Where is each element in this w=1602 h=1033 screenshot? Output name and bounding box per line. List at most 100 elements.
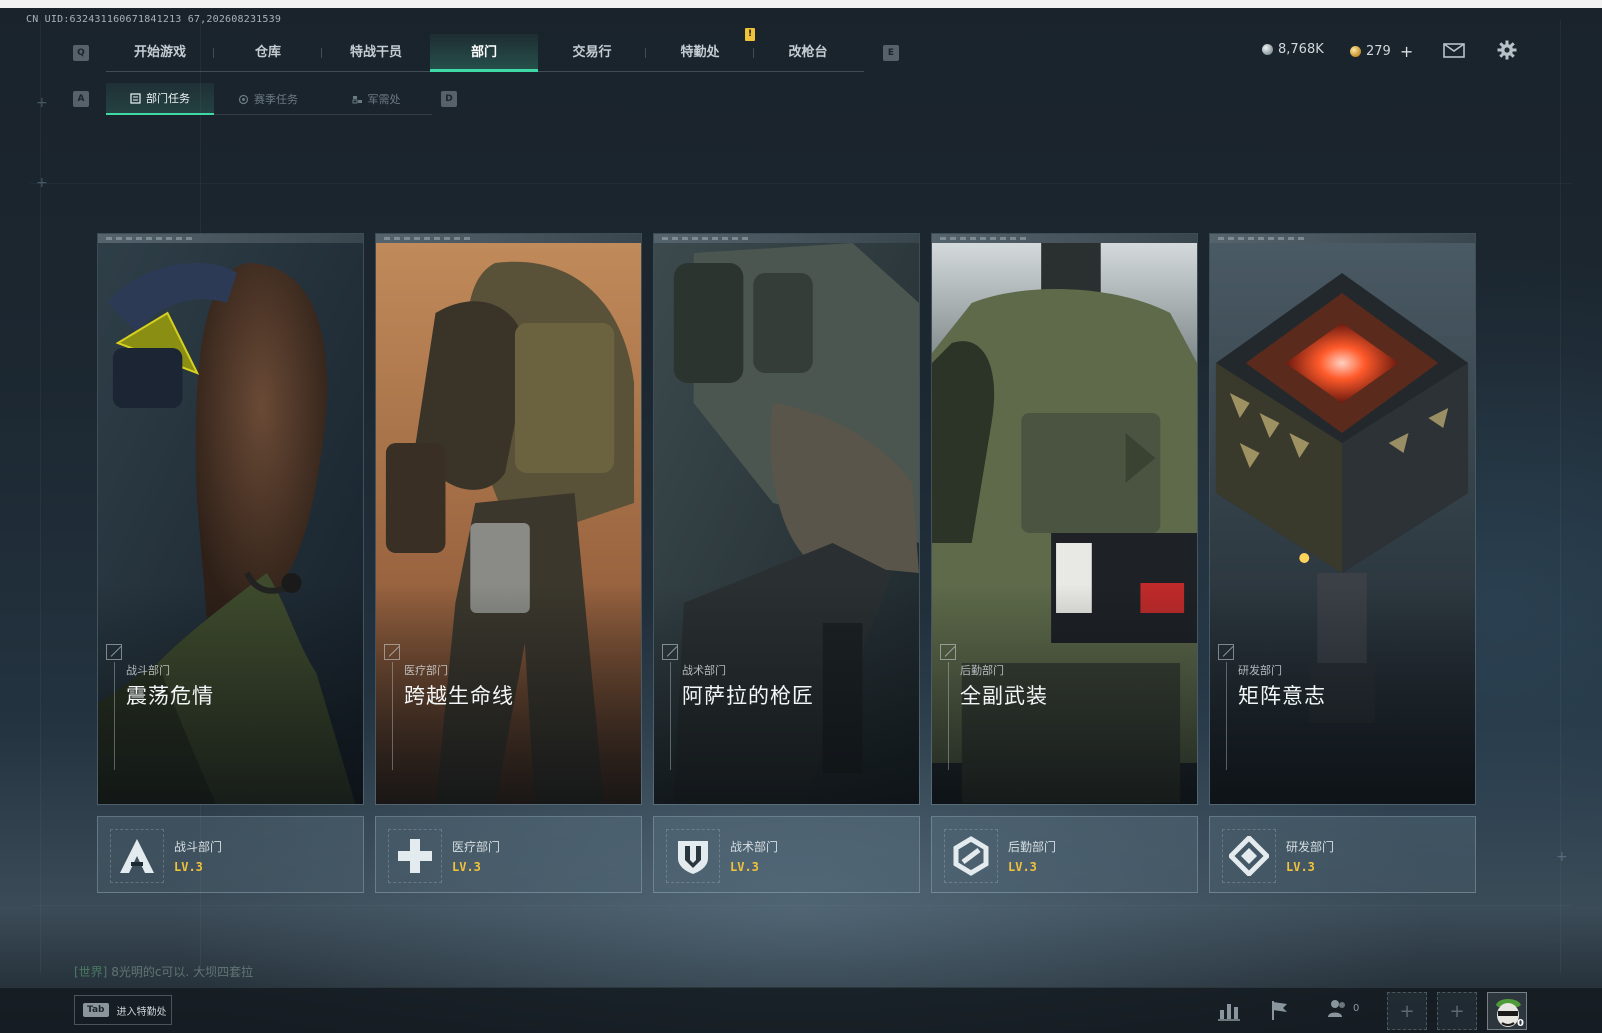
hud-grid-line xyxy=(30,183,1572,184)
silver-amount: 8,768K xyxy=(1278,42,1324,57)
card-artwork-frame: 后勤部门 全副武装 xyxy=(931,233,1198,805)
tab-gunsmith[interactable]: 改枪台 xyxy=(754,34,862,72)
gold-coin-icon xyxy=(1350,46,1361,57)
department-badge: 研发部门 LV.3 xyxy=(1209,816,1476,893)
game-screen: + + + CN UID:632431160671841213 67,20260… xyxy=(0,0,1602,1033)
gold-currency: 279 + xyxy=(1350,42,1413,61)
badge-icon-box xyxy=(1222,829,1276,883)
tab-warehouse[interactable]: 仓库 xyxy=(214,34,322,72)
department-badge: 战术部门 LV.3 xyxy=(653,816,920,893)
card-topbar xyxy=(654,234,919,243)
card-topbar xyxy=(1210,234,1475,243)
badge-level: LV.3 xyxy=(452,860,481,874)
badge-department-name: 战术部门 xyxy=(730,840,779,854)
stats-chart-icon[interactable] xyxy=(1217,998,1241,1022)
badge-level: LV.3 xyxy=(730,860,759,874)
tab-label: 改枪台 xyxy=(788,45,828,60)
department-badge: 医疗部门 LV.3 xyxy=(375,816,642,893)
department-card-combat[interactable]: 战斗部门 震荡危情 战斗部门 LV.3 xyxy=(97,233,364,893)
card-corner-mark xyxy=(940,644,956,660)
card-mission-title: 震荡危情 xyxy=(126,684,214,708)
department-card-medical[interactable]: 医疗部门 跨越生命线 医疗部门 LV.3 xyxy=(375,233,642,893)
subtab-quartermaster[interactable]: 军需处 xyxy=(322,83,430,115)
task-list-icon xyxy=(130,92,141,104)
key-hint-prev-subtab: A xyxy=(73,91,89,107)
gear-icon[interactable] xyxy=(1497,40,1517,60)
department-badge: 战斗部门 LV.3 xyxy=(97,816,364,893)
tactical-shield-icon xyxy=(678,841,708,874)
card-guide-line xyxy=(1226,662,1227,770)
tab-department[interactable]: 部门 xyxy=(430,34,538,72)
mail-icon[interactable] xyxy=(1443,43,1465,58)
tab-label: 仓库 xyxy=(254,45,281,60)
player-uid: CN UID:632431160671841213 67,20260823153… xyxy=(26,14,282,25)
department-badge: 后勤部门 LV.3 xyxy=(931,816,1198,893)
card-department-label: 医疗部门 xyxy=(404,664,448,677)
season-icon xyxy=(238,94,249,104)
combat-department-icon xyxy=(120,839,154,873)
subtab-label: 军需处 xyxy=(367,93,401,106)
logistics-link-icon xyxy=(953,836,989,876)
card-guide-line xyxy=(948,662,949,770)
department-card-tactical[interactable]: 战术部门 阿萨拉的枪匠 战术部门 LV.3 xyxy=(653,233,920,893)
card-department-label: 研发部门 xyxy=(1238,664,1282,677)
card-mission-title: 阿萨拉的枪匠 xyxy=(682,684,814,708)
subtab-label: 赛季任务 xyxy=(254,93,298,106)
key-hint-prev-tab: Q xyxy=(73,45,89,61)
flag-icon[interactable] xyxy=(1268,998,1292,1022)
player-avatar[interactable]: 0 xyxy=(1487,992,1527,1030)
silver-coin-icon xyxy=(1262,44,1273,55)
key-hint-next-subtab: D xyxy=(441,91,457,107)
add-currency-button[interactable]: + xyxy=(1400,42,1413,61)
card-artwork-frame: 研发部门 矩阵意志 xyxy=(1209,233,1476,805)
card-mission-title: 矩阵意志 xyxy=(1238,684,1326,708)
medical-cross-icon xyxy=(398,839,432,873)
tab-label: 特勤处 xyxy=(680,45,720,60)
hud-grid-line xyxy=(40,20,41,973)
tab-operators[interactable]: 特战干员 xyxy=(322,34,430,72)
team-slot-empty[interactable]: + xyxy=(1437,992,1477,1030)
chat-message: 8光明的c可以. 大坝四套拉 xyxy=(111,965,254,979)
hud-grid-line xyxy=(1560,20,1561,973)
friends-icon xyxy=(1328,1000,1345,1017)
card-corner-mark xyxy=(106,644,122,660)
key-hint-next-tab: E xyxy=(883,45,899,61)
card-artwork-frame: 战术部门 阿萨拉的枪匠 xyxy=(653,233,920,805)
department-card-research[interactable]: 研发部门 矩阵意志 研发部门 LV.3 xyxy=(1209,233,1476,893)
card-guide-line xyxy=(392,662,393,770)
card-department-label: 战斗部门 xyxy=(126,664,170,677)
tab-start-game[interactable]: 开始游戏 xyxy=(106,34,214,72)
enter-special-ops-button[interactable]: Tab 进入特勤处 xyxy=(74,995,172,1025)
team-slot-empty[interactable]: + xyxy=(1387,992,1427,1030)
badge-department-name: 研发部门 xyxy=(1286,840,1335,854)
tab-label: 交易行 xyxy=(572,45,612,60)
window-top-strip xyxy=(0,0,1602,8)
subtab-department-tasks[interactable]: 部门任务 xyxy=(106,83,214,115)
hud-plus-mark: + xyxy=(36,95,48,111)
tab-label: 特战干员 xyxy=(349,45,402,60)
world-chat-line[interactable]: [世界] 8光明的c可以. 大坝四套拉 xyxy=(74,963,253,980)
chat-channel-tag: [世界] xyxy=(74,965,108,979)
trading-alert-badge: ! xyxy=(745,28,755,41)
badge-icon-box xyxy=(666,829,720,883)
badge-department-name: 战斗部门 xyxy=(174,840,223,854)
card-mission-title: 跨越生命线 xyxy=(404,684,514,708)
tab-key-hint: Tab xyxy=(83,1003,109,1017)
tab-special-ops[interactable]: 特勤处 xyxy=(646,34,754,72)
friends-indicator[interactable]: 0 xyxy=(1327,998,1359,1018)
card-corner-mark xyxy=(384,644,400,660)
card-corner-mark xyxy=(662,644,678,660)
supply-icon xyxy=(352,95,362,103)
card-topbar xyxy=(376,234,641,243)
research-diamond-icon xyxy=(1229,836,1269,876)
card-artwork-frame: 战斗部门 震荡危情 xyxy=(97,233,364,805)
tab-trading[interactable]: 交易行 xyxy=(538,34,646,72)
card-guide-line xyxy=(114,662,115,770)
badge-department-name: 后勤部门 xyxy=(1008,840,1057,854)
department-card-logistics[interactable]: 后勤部门 全副武装 后勤部门 LV.3 xyxy=(931,233,1198,893)
subtab-season-tasks[interactable]: 赛季任务 xyxy=(214,83,322,115)
tab-label: 开始游戏 xyxy=(133,45,186,60)
gold-amount: 279 xyxy=(1366,44,1391,59)
card-topbar xyxy=(98,234,363,243)
silver-currency: 8,768K xyxy=(1262,42,1324,57)
